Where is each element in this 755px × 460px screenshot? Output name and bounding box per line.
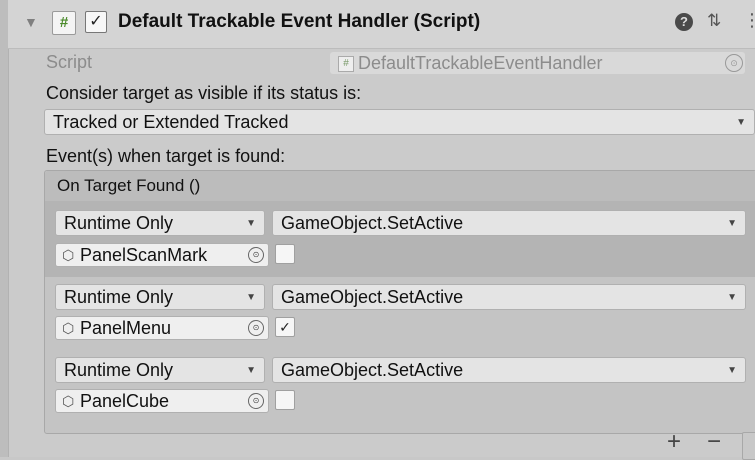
setactive-value-checkbox[interactable]: ✓ (275, 317, 295, 337)
function-dropdown[interactable]: GameObject.SetActive ▼ (272, 284, 746, 310)
function-dropdown[interactable]: GameObject.SetActive ▼ (272, 357, 746, 383)
component-enabled-checkbox[interactable]: ✓ (85, 11, 107, 33)
script-label: Script (46, 52, 93, 72)
chevron-down-icon: ▼ (727, 365, 737, 376)
status-selected-value: Tracked or Extended Tracked (53, 112, 289, 132)
remove-entry-button[interactable]: − (707, 428, 721, 456)
chevron-down-icon: ▼ (246, 218, 256, 229)
gameobject-icon: ⬡ (62, 247, 75, 263)
foldout-arrow-icon[interactable]: ▼ (24, 14, 38, 30)
add-entry-button[interactable]: + (667, 428, 681, 456)
object-picker-icon[interactable]: ⊙ (248, 393, 264, 409)
target-object-name: PanelCube (80, 391, 170, 411)
script-name: DefaultTrackableEventHandler (358, 53, 603, 73)
unity-event-header: On Target Found () (45, 171, 755, 202)
function-value: GameObject.SetActive (281, 287, 464, 307)
object-picker-icon[interactable]: ⊙ (248, 320, 264, 336)
target-object-field[interactable]: ⬡ PanelMenu ⊙ (55, 316, 269, 340)
gameobject-icon: ⬡ (62, 320, 75, 336)
status-label: Consider target as visible if its status… (46, 83, 362, 103)
target-object-field[interactable]: ⬡ PanelCube ⊙ (55, 389, 269, 413)
unity-event-title: On Target Found () (57, 176, 201, 195)
footer-edge-box (742, 432, 755, 460)
inspector-left-edge (0, 0, 9, 457)
object-picker-icon: ⊙ (725, 54, 743, 72)
chevron-down-icon: ▼ (736, 117, 746, 128)
runtime-mode-dropdown[interactable]: Runtime Only ▼ (55, 357, 265, 383)
script-file-icon: # (338, 56, 354, 72)
setactive-value-checkbox[interactable] (275, 244, 295, 264)
presets-icon[interactable]: ⇅ (707, 11, 721, 31)
events-label: Event(s) when target is found: (46, 146, 286, 166)
runtime-mode-dropdown[interactable]: Runtime Only ▼ (55, 284, 265, 310)
script-object-field: # DefaultTrackableEventHandler ⊙ (330, 52, 745, 74)
chevron-down-icon: ▼ (246, 292, 256, 303)
component-title: Default Trackable Event Handler (Script) (118, 11, 481, 32)
chevron-down-icon: ▼ (727, 292, 737, 303)
target-object-field[interactable]: ⬡ PanelScanMark ⊙ (55, 243, 269, 267)
runtime-mode-dropdown[interactable]: Runtime Only ▼ (55, 210, 265, 236)
gameobject-icon: ⬡ (62, 393, 75, 409)
target-object-name: PanelMenu (80, 318, 172, 338)
function-value: GameObject.SetActive (281, 360, 464, 380)
function-dropdown[interactable]: GameObject.SetActive ▼ (272, 210, 746, 236)
script-icon: # (52, 11, 76, 35)
runtime-mode-value: Runtime Only (64, 287, 174, 307)
runtime-mode-value: Runtime Only (64, 360, 174, 380)
setactive-value-checkbox[interactable] (275, 390, 295, 410)
chevron-down-icon: ▼ (727, 218, 737, 229)
context-menu-icon[interactable]: ⋮ (743, 10, 755, 31)
inspector-component-panel: ▼ # ✓ Default Trackable Event Handler (S… (0, 0, 755, 460)
component-header[interactable]: ▼ # ✓ Default Trackable Event Handler (S… (8, 0, 755, 49)
target-object-name: PanelScanMark (80, 245, 208, 265)
runtime-mode-value: Runtime Only (64, 213, 174, 233)
help-icon[interactable]: ? (675, 13, 693, 31)
function-value: GameObject.SetActive (281, 213, 464, 233)
object-picker-icon[interactable]: ⊙ (248, 247, 264, 263)
chevron-down-icon: ▼ (246, 365, 256, 376)
status-dropdown[interactable]: Tracked or Extended Tracked ▼ (44, 109, 755, 135)
